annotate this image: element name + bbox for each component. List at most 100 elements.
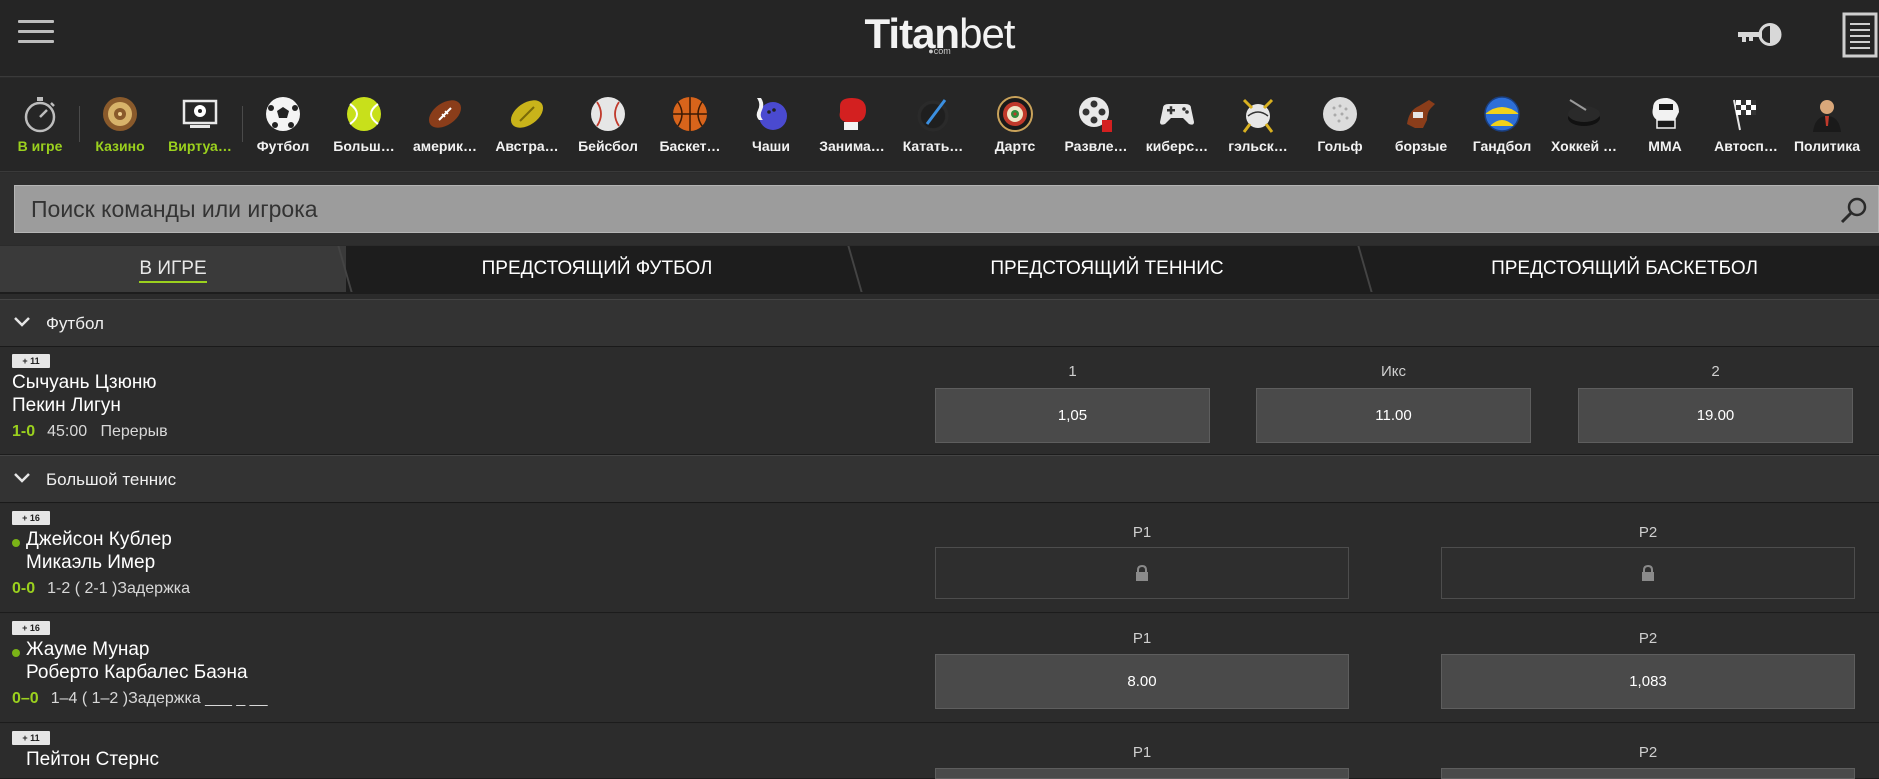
- chevron-down-icon: [14, 473, 30, 483]
- politician-icon: [1813, 100, 1841, 132]
- team-away[interactable]: Роберто Карбалес Баэна: [26, 662, 248, 684]
- lock-icon: [1642, 565, 1654, 581]
- event-row: + 11 Сычуань Цзюню Пекин Лигун 1-0 45:00 …: [0, 347, 1879, 455]
- match-score: 0–0: [12, 690, 39, 707]
- sport-item-politics[interactable]: Политика: [1787, 78, 1867, 171]
- score-line: 1-0 45:00 Перерыв: [12, 423, 168, 441]
- section-header-football[interactable]: Футбол: [0, 299, 1879, 347]
- sport-label: Политика: [1793, 138, 1861, 154]
- stopwatch-icon: [24, 97, 56, 133]
- team-away[interactable]: Пекин Лигун: [12, 395, 121, 417]
- sport-label: Казино: [95, 138, 145, 154]
- tab-upcoming-basketball[interactable]: ПРЕДСТОЯЩИЙ БАСКЕТБОЛ: [1370, 246, 1879, 292]
- virtual-sports-icon: [182, 99, 218, 128]
- odds-label-p1: P1: [1132, 630, 1152, 647]
- sport-item-mma[interactable]: MMA: [1625, 78, 1705, 171]
- sport-item-baseball[interactable]: Бейсбол: [568, 78, 648, 171]
- sport-label: Гольф: [1317, 138, 1363, 154]
- search-input[interactable]: [15, 186, 1815, 232]
- odds-button-away[interactable]: 19.00: [1578, 388, 1853, 443]
- sport-item-greyhounds[interactable]: борзые: [1381, 78, 1461, 171]
- sport-label: Виртуа…: [168, 138, 232, 154]
- team-home[interactable]: Пейтон Стернс: [26, 749, 159, 771]
- more-markets-badge[interactable]: + 11: [12, 731, 50, 745]
- gamepad-icon: [1160, 104, 1194, 125]
- more-markets-badge[interactable]: + 16: [12, 621, 50, 635]
- odds-button-p2-locked: [1441, 547, 1855, 599]
- tab-upcoming-tennis[interactable]: ПРЕДСТОЯЩИЙ ТЕННИС: [860, 246, 1354, 292]
- sport-item-hockey[interactable]: Хоккей …: [1544, 78, 1624, 171]
- sport-item-tennis[interactable]: Больш…: [324, 78, 404, 171]
- serve-indicator: [12, 649, 20, 657]
- odds-button-p1[interactable]: 8.00: [935, 654, 1349, 709]
- greyhound-icon: [1407, 100, 1435, 128]
- tab-live[interactable]: В ИГРЕ: [0, 246, 346, 292]
- sport-label: В игре: [17, 138, 63, 154]
- odds-button-p1[interactable]: [935, 768, 1349, 779]
- tab-label: ПРЕДСТОЯЩИЙ ФУТБОЛ: [481, 258, 713, 279]
- more-markets-badge[interactable]: + 11: [12, 354, 50, 368]
- sport-item-motorsport[interactable]: Автосп…: [1706, 78, 1786, 171]
- team-away[interactable]: Микаэль Имер: [26, 552, 155, 574]
- odds-label-draw: Икс: [1380, 363, 1406, 380]
- sport-item-basketball[interactable]: Баскет…: [650, 78, 730, 171]
- odds-button-home[interactable]: 1,05: [935, 388, 1210, 443]
- basketball-icon: [673, 97, 707, 131]
- odds-label-p1: P1: [1132, 524, 1152, 541]
- sport-item-bowls[interactable]: Чаши: [731, 78, 811, 171]
- more-markets-badge[interactable]: + 16: [12, 511, 50, 525]
- sport-item-esports[interactable]: киберс…: [1137, 78, 1217, 171]
- sport-item-live[interactable]: В игре: [0, 78, 80, 171]
- odds-button-p2[interactable]: [1441, 768, 1855, 779]
- sport-item-entertainment[interactable]: Развле…: [1056, 78, 1136, 171]
- team-home[interactable]: Сычуань Цзюню: [12, 372, 157, 394]
- sport-label: Футбол: [256, 138, 310, 154]
- odds-label-home: 1: [1068, 363, 1077, 380]
- match-status: 1-2 ( 2-1 )Задержка: [47, 580, 191, 597]
- sport-item-casino[interactable]: Казино: [80, 78, 160, 171]
- tab-upcoming-football[interactable]: ПРЕДСТОЯЩИЙ ФУТБОЛ: [346, 246, 848, 292]
- sport-item-handball[interactable]: Гандбол: [1462, 78, 1542, 171]
- sport-item-boxing[interactable]: Занима…: [812, 78, 892, 171]
- team-home[interactable]: Жауме Мунар: [26, 639, 149, 661]
- search-box[interactable]: [14, 185, 1879, 233]
- odds-button-p2[interactable]: 1,083: [1441, 654, 1855, 709]
- gaelic-sports-icon: [1242, 98, 1274, 133]
- odds-label-p2: P2: [1638, 744, 1658, 761]
- sport-item-aussie-rules[interactable]: Австра…: [487, 78, 567, 171]
- film-reel-icon: [1079, 97, 1112, 132]
- header: Titanbet ●com: [0, 0, 1879, 77]
- ice-skating-icon: [917, 99, 949, 132]
- sport-label: Автосп…: [1714, 138, 1778, 154]
- section-title: Большой теннис: [46, 470, 177, 489]
- mma-glove-icon: [1652, 98, 1679, 129]
- sport-label: Бейсбол: [578, 138, 638, 154]
- betslip-icon[interactable]: [1840, 12, 1879, 58]
- american-football-icon: [428, 100, 462, 128]
- sport-label: борзые: [1394, 138, 1448, 154]
- sport-item-gaelic[interactable]: гэльск…: [1218, 78, 1298, 171]
- key-login-icon[interactable]: [1736, 20, 1782, 50]
- section-header-tennis[interactable]: Большой теннис: [0, 455, 1879, 503]
- score-line: 0–0 1–4 ( 1–2 )Задержка ___ _ __: [12, 690, 267, 708]
- sports-nav: В игре Казино Виртуа… Футбол Больш… амер…: [0, 78, 1879, 172]
- lock-icon: [1136, 565, 1148, 581]
- sport-item-football[interactable]: Футбол: [243, 78, 323, 171]
- odds-button-draw[interactable]: 11.00: [1256, 388, 1531, 443]
- score-line: 0-0 1-2 ( 2-1 )Задержка: [12, 580, 190, 598]
- team-home[interactable]: Джейсон Кублер: [26, 529, 172, 551]
- sport-item-golf[interactable]: Гольф: [1300, 78, 1380, 171]
- search-bar: [0, 173, 1879, 245]
- odds-label-away: 2: [1711, 363, 1720, 380]
- section-title: Футбол: [46, 314, 104, 333]
- sport-item-american-football[interactable]: америк…: [405, 78, 485, 171]
- sport-item-virtual[interactable]: Виртуа…: [160, 78, 240, 171]
- tennis-ball-icon: [347, 97, 381, 131]
- sport-item-darts[interactable]: Дартс: [975, 78, 1055, 171]
- roulette-icon: [103, 97, 137, 131]
- event-row: + 16 Джейсон Кублер Микаэль Имер 0-0 1-2 …: [0, 504, 1879, 613]
- tab-label: ПРЕДСТОЯЩИЙ БАСКЕТБОЛ: [1491, 258, 1758, 279]
- sport-item-skating[interactable]: Катать…: [893, 78, 973, 171]
- search-icon[interactable]: [1838, 194, 1870, 226]
- hockey-puck-icon: [1568, 99, 1600, 126]
